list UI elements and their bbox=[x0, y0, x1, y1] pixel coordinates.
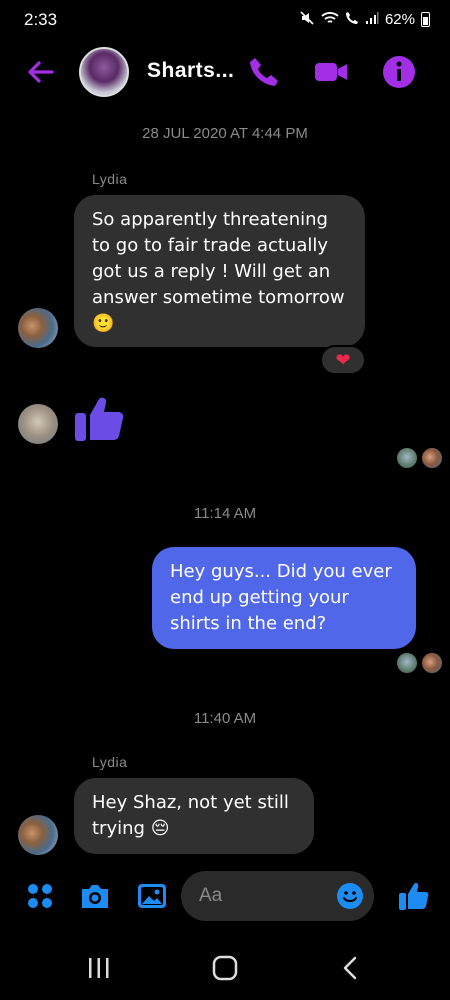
mute-icon bbox=[299, 10, 315, 29]
lydia-avatar[interactable] bbox=[18, 815, 58, 855]
message-composer: Aa bbox=[0, 868, 450, 924]
camera-button[interactable] bbox=[79, 880, 111, 912]
thumbs-up-icon bbox=[399, 883, 429, 910]
sender-name: Lydia bbox=[92, 171, 128, 187]
like-message[interactable] bbox=[73, 391, 127, 445]
read-receipt-avatar bbox=[396, 652, 418, 674]
camera-icon bbox=[82, 885, 108, 908]
video-camera-icon bbox=[315, 63, 347, 81]
group-avatar[interactable] bbox=[79, 47, 129, 97]
four-dots-icon bbox=[28, 884, 52, 908]
message-input[interactable]: Aa bbox=[181, 871, 374, 921]
phone-icon bbox=[250, 58, 278, 86]
read-receipt-avatar bbox=[421, 652, 443, 674]
incoming-message-bubble[interactable]: Hey Shaz, not yet still trying 😔 bbox=[74, 778, 314, 854]
smiley-icon bbox=[337, 883, 363, 909]
incoming-message-bubble[interactable]: So apparently threatening to go to fair … bbox=[74, 195, 365, 347]
image-icon bbox=[138, 884, 166, 908]
info-icon bbox=[383, 56, 415, 88]
message-line: shirts in the end? bbox=[170, 613, 327, 634]
emoji-button[interactable] bbox=[336, 882, 364, 910]
battery-icon bbox=[421, 12, 430, 27]
heart-reaction[interactable]: ❤ bbox=[320, 345, 366, 375]
message-line: to go to fair trade actually bbox=[92, 235, 329, 256]
message-line: Hey guys... Did you ever bbox=[170, 561, 392, 582]
signal-icon bbox=[365, 11, 379, 28]
lydia-avatar[interactable] bbox=[18, 308, 58, 348]
call-status-icon bbox=[345, 11, 359, 28]
pensive-emoji: 😔 bbox=[150, 818, 170, 839]
thumbs-up-icon bbox=[75, 397, 124, 441]
message-line: got us a reply ! Will get an bbox=[92, 261, 331, 282]
sender-name: Lydia bbox=[92, 754, 128, 770]
sender-avatar[interactable] bbox=[18, 404, 58, 444]
back-nav-button[interactable] bbox=[334, 953, 368, 983]
read-receipt-avatar bbox=[396, 447, 418, 469]
more-actions-button[interactable] bbox=[24, 880, 56, 912]
date-separator: 11:14 AM bbox=[193, 505, 257, 522]
send-like-button[interactable] bbox=[398, 880, 430, 912]
gallery-button[interactable] bbox=[136, 880, 168, 912]
message-line: end up getting your bbox=[170, 587, 349, 608]
date-separator: 11:40 AM bbox=[193, 710, 257, 727]
slightly-smiling-emoji: 🙂 bbox=[92, 313, 115, 334]
recent-apps-button[interactable] bbox=[82, 953, 116, 983]
voice-call-button[interactable] bbox=[246, 54, 282, 90]
chat-title[interactable]: Sharts... bbox=[147, 59, 234, 83]
outgoing-message-bubble[interactable]: Hey guys... Did you ever end up getting … bbox=[152, 547, 416, 649]
status-time: 2:33 bbox=[24, 10, 58, 29]
back-button[interactable] bbox=[20, 52, 60, 92]
status-icons: 62% bbox=[299, 10, 430, 29]
info-button[interactable] bbox=[381, 54, 417, 90]
message-line: answer sometime tomorrow bbox=[92, 287, 345, 308]
heart-icon: ❤ bbox=[335, 349, 351, 371]
message-line: So apparently threatening bbox=[92, 209, 328, 230]
date-separator: 28 JUL 2020 AT 4:44 PM bbox=[142, 125, 308, 142]
video-call-button[interactable] bbox=[313, 54, 349, 90]
chevron-left-icon bbox=[343, 956, 357, 980]
home-icon bbox=[212, 955, 238, 981]
wifi-icon bbox=[321, 11, 339, 28]
battery-percent: 62% bbox=[384, 11, 415, 28]
read-receipt-avatar bbox=[421, 447, 443, 469]
home-button[interactable] bbox=[208, 953, 242, 983]
recents-icon bbox=[89, 958, 109, 978]
chat-header: Sharts... bbox=[0, 42, 450, 102]
system-nav-bar bbox=[0, 935, 450, 1000]
message-placeholder: Aa bbox=[199, 885, 223, 906]
message-line: trying bbox=[92, 818, 145, 839]
status-bar: 2:33 62% bbox=[0, 0, 450, 40]
message-line: Hey Shaz, not yet still bbox=[92, 792, 289, 813]
back-arrow-icon bbox=[28, 61, 54, 83]
